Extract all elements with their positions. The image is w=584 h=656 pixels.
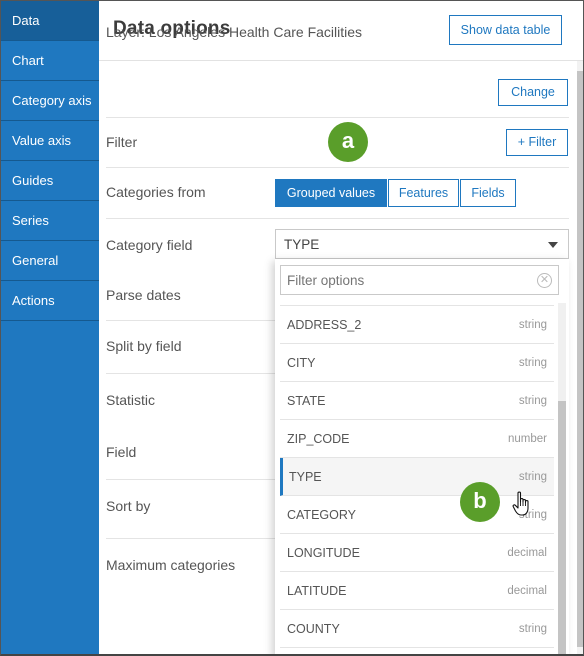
annotation-badge-a: a <box>328 122 368 162</box>
panel-scrollbar-thumb[interactable] <box>577 71 583 647</box>
sidebar-item-value-axis[interactable]: Value axis <box>1 121 99 161</box>
field-name: ZIP_CODE <box>287 432 350 446</box>
field-type: decimal <box>507 585 547 597</box>
category-field-select[interactable]: TYPE <box>275 229 569 259</box>
field-name: LONGITUDE <box>287 546 360 560</box>
field-type: string <box>518 623 547 635</box>
category-field-label: Category field <box>106 237 193 253</box>
show-data-table-button[interactable]: Show data table <box>449 15 562 45</box>
filter-label: Filter <box>106 134 138 150</box>
split-by-field-label: Split by field <box>106 338 182 354</box>
add-filter-button[interactable]: + Filter <box>506 129 568 156</box>
layer-label: Layer: Los Angeles Health Care Facilitie… <box>106 24 363 40</box>
field-type: string <box>518 357 547 369</box>
annotation-badge-b: b <box>460 482 500 522</box>
divider <box>106 373 276 374</box>
app-window: Data Chart Category axis Value axis Guid… <box>0 0 584 656</box>
field-type: decimal <box>507 547 547 559</box>
field-name: STATE <box>287 394 326 408</box>
list-item[interactable]: ADDRESS_2 string <box>280 306 554 344</box>
sidebar: Data Chart Category axis Value axis Guid… <box>1 1 99 654</box>
field-name: LATITUDE <box>287 584 347 598</box>
field-type: string <box>518 395 547 407</box>
sidebar-item-category-axis[interactable]: Category axis <box>1 81 99 121</box>
field-name: CITY <box>287 356 316 370</box>
caret-down-icon <box>548 242 558 248</box>
list-item[interactable]: STATE string <box>280 382 554 420</box>
field-name: COUNTY <box>287 622 340 636</box>
sidebar-item-guides[interactable]: Guides <box>1 161 99 201</box>
category-field-dropdown: ADDRESS_1string ADDRESS_2string CITYstri… <box>275 259 569 654</box>
clear-icon[interactable]: ✕ <box>537 273 552 288</box>
sidebar-item-series[interactable]: Series <box>1 201 99 241</box>
grouped-values-toggle[interactable]: Grouped values <box>275 179 387 207</box>
features-toggle[interactable]: Features <box>388 179 459 207</box>
category-field-value: TYPE <box>284 237 320 252</box>
sidebar-item-general[interactable]: General <box>1 241 99 281</box>
sidebar-item-data[interactable]: Data <box>1 1 99 41</box>
categories-from-label: Categories from <box>106 184 206 200</box>
field-label: Field <box>106 444 137 460</box>
dropdown-scrollbar-thumb[interactable] <box>558 401 566 654</box>
hand-pointer-cursor-icon <box>512 491 529 516</box>
filter-options-wrap: ✕ <box>275 259 565 303</box>
sort-by-label: Sort by <box>106 498 151 514</box>
change-layer-button[interactable]: Change <box>498 79 568 106</box>
sidebar-item-chart[interactable]: Chart <box>1 41 99 81</box>
maximum-categories-label: Maximum categories <box>106 557 236 573</box>
list-item[interactable]: LONGITUDE decimal <box>280 534 554 572</box>
list-item[interactable]: CITY string <box>280 344 554 382</box>
divider <box>106 538 276 539</box>
divider <box>106 479 276 480</box>
field-type: string <box>518 319 547 331</box>
fields-toggle[interactable]: Fields <box>460 179 516 207</box>
parse-dates-label: Parse dates <box>106 287 181 303</box>
data-options-panel: Data options Show data table Layer: Los … <box>99 1 583 654</box>
divider <box>106 320 276 321</box>
filter-options-input[interactable] <box>280 265 559 295</box>
list-item[interactable]: ZIP_CODE number <box>280 420 554 458</box>
list-item[interactable]: LATITUDE decimal <box>280 572 554 610</box>
statistic-label: Statistic <box>106 392 156 408</box>
sidebar-item-actions[interactable]: Actions <box>1 281 99 321</box>
list-item[interactable]: COUNTY string <box>280 610 554 648</box>
field-options-list: ADDRESS_1string ADDRESS_2string CITYstri… <box>275 268 565 648</box>
field-name: CATEGORY <box>287 508 356 522</box>
field-type: number <box>508 433 547 445</box>
field-name: TYPE <box>289 470 322 484</box>
field-name: ADDRESS_2 <box>287 318 362 332</box>
field-type: string <box>518 471 547 483</box>
